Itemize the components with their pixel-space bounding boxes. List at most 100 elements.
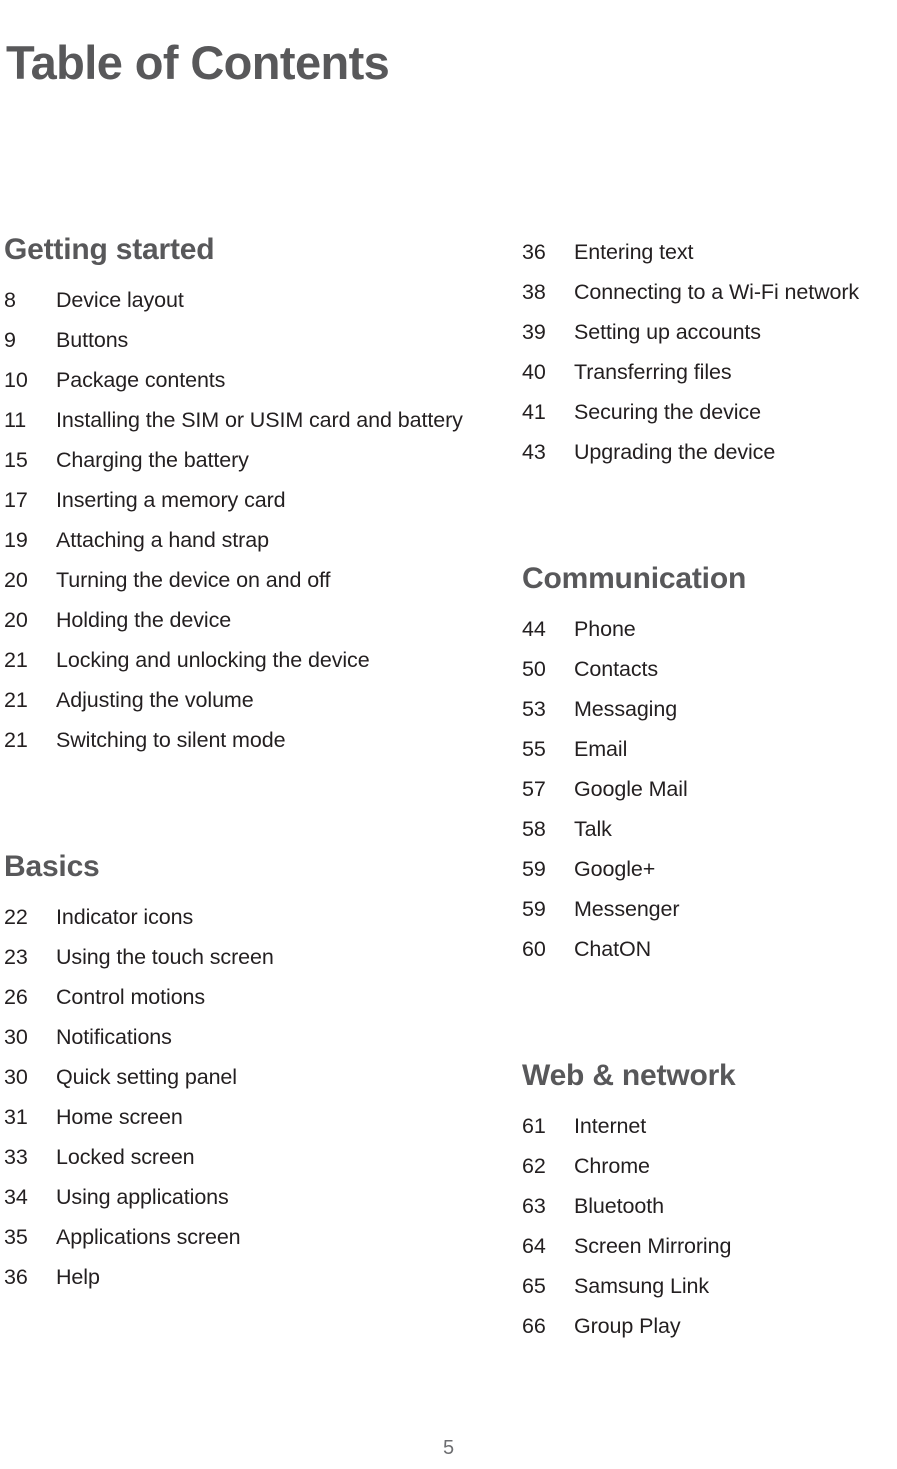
toc-entry-title: Chrome	[574, 1154, 650, 1178]
toc-entry[interactable]: 57 Google Mail	[522, 769, 897, 809]
toc-entry-title: Messenger	[574, 897, 680, 921]
toc-entry[interactable]: 39 Setting up accounts	[522, 312, 897, 352]
toc-entry-page: 15	[4, 448, 28, 472]
toc-entry[interactable]: 30 Notifications	[4, 1017, 474, 1057]
toc-entry-page: 43	[522, 440, 546, 464]
toc-entry[interactable]: 38 Connecting to a Wi-Fi network	[522, 272, 897, 312]
toc-entry[interactable]: 50 Contacts	[522, 649, 897, 689]
toc-entry-page: 44	[522, 617, 546, 641]
toc-entry[interactable]: 17 Inserting a memory card	[4, 480, 474, 520]
toc-entry[interactable]: 59 Messenger	[522, 889, 897, 929]
toc-entry-title: Package contents	[56, 368, 226, 392]
toc-entry-page: 30	[4, 1065, 28, 1089]
toc-entry[interactable]: 36 Entering text	[522, 232, 897, 272]
toc-entry[interactable]: 59 Google+	[522, 849, 897, 889]
toc-entry[interactable]: 21 Locking and unlocking the device	[4, 640, 474, 680]
toc-entry-title: Bluetooth	[574, 1194, 664, 1218]
toc-entry-title: Using the touch screen	[56, 945, 274, 969]
toc-entry-title: Applications screen	[56, 1225, 241, 1249]
toc-entry-page: 66	[522, 1314, 546, 1338]
toc-entry-title: Attaching a hand strap	[56, 528, 269, 552]
toc-page: Table of Contents Getting started 8 Device…	[0, 0, 897, 1469]
toc-entry[interactable]: 63 Bluetooth	[522, 1186, 897, 1226]
toc-entry[interactable]: 35 Applications screen	[4, 1217, 474, 1257]
toc-section: Getting started 8 Device layout 9 Buttons 10 P…	[4, 232, 474, 760]
toc-entry[interactable]: 30 Quick setting panel	[4, 1057, 474, 1097]
toc-entry[interactable]: 34 Using applications	[4, 1177, 474, 1217]
toc-entry-title: Email	[574, 737, 628, 761]
toc-entry-title: Adjusting the volume	[56, 688, 254, 712]
toc-entry-page: 39	[522, 320, 546, 344]
toc-entry-page: 63	[522, 1194, 546, 1218]
toc-entry-page: 26	[4, 985, 28, 1009]
toc-entry[interactable]: 55 Email	[522, 729, 897, 769]
toc-entry[interactable]: 11 Installing the SIM or USIM card and ba…	[4, 400, 474, 440]
toc-entry-title: Using applications	[56, 1185, 229, 1209]
toc-entry[interactable]: 36 Help	[4, 1257, 474, 1297]
toc-entry[interactable]: 9 Buttons	[4, 320, 474, 360]
toc-entry[interactable]: 10 Package contents	[4, 360, 474, 400]
toc-entry-page: 53	[522, 697, 546, 721]
toc-entry[interactable]: 58 Talk	[522, 809, 897, 849]
toc-entry-title: Screen Mirroring	[574, 1234, 732, 1258]
toc-entry-page: 59	[522, 857, 546, 881]
toc-entry-title: Device layout	[56, 288, 184, 312]
toc-entry-title: Setting up accounts	[574, 320, 761, 344]
toc-entry-page: 59	[522, 897, 546, 921]
toc-entry-title: Google+	[574, 857, 656, 881]
toc-entry-title: Switching to silent mode	[56, 728, 286, 752]
toc-entry-title: Internet	[574, 1114, 647, 1138]
toc-entry-page: 62	[522, 1154, 546, 1178]
toc-entry[interactable]: 20 Holding the device	[4, 600, 474, 640]
toc-entry[interactable]: 66 Group Play	[522, 1306, 897, 1346]
toc-entry[interactable]: 20 Turning the device on and off	[4, 560, 474, 600]
toc-entry-title: Buttons	[56, 328, 129, 352]
toc-entry-page: 19	[4, 528, 28, 552]
toc-entry-title: Connecting to a Wi-Fi network	[574, 280, 860, 304]
toc-entry[interactable]: 15 Charging the battery	[4, 440, 474, 480]
toc-entry-page: 65	[522, 1274, 546, 1298]
toc-entry-page: 60	[522, 937, 546, 961]
toc-entry[interactable]: 33 Locked screen	[4, 1137, 474, 1177]
toc-entry-page: 50	[522, 657, 546, 681]
toc-entry[interactable]: 65 Samsung Link	[522, 1266, 897, 1306]
toc-entry[interactable]: 40 Transferring files	[522, 352, 897, 392]
toc-entry[interactable]: 62 Chrome	[522, 1146, 897, 1186]
toc-entry[interactable]: 8 Device layout	[4, 280, 474, 320]
toc-entry-title: Samsung Link	[574, 1274, 710, 1298]
toc-entry[interactable]: 53 Messaging	[522, 689, 897, 729]
toc-entry[interactable]: 23 Using the touch screen	[4, 937, 474, 977]
toc-entry[interactable]: 26 Control motions	[4, 977, 474, 1017]
toc-entry-page: 20	[4, 568, 28, 592]
toc-entry[interactable]: 61 Internet	[522, 1106, 897, 1146]
toc-entry-page: 58	[522, 817, 546, 841]
toc-entry-title: Holding the device	[56, 608, 232, 632]
toc-section: Basics 22 Indicator icons 23 Using the touch…	[4, 849, 474, 1297]
toc-entry[interactable]: 22 Indicator icons	[4, 897, 474, 937]
toc-entry-page: 21	[4, 728, 28, 752]
toc-entry[interactable]: 41 Securing the device	[522, 392, 897, 432]
toc-entry-page: 38	[522, 280, 546, 304]
toc-entry[interactable]: 43 Upgrading the device	[522, 432, 897, 472]
toc-entry-page: 64	[522, 1234, 546, 1258]
toc-entry-page: 55	[522, 737, 546, 761]
toc-entry-title: Charging the battery	[56, 448, 249, 472]
toc-entry-page: 20	[4, 608, 28, 632]
toc-entry[interactable]: 21 Switching to silent mode	[4, 720, 474, 760]
toc-entry[interactable]: 60 ChatON	[522, 929, 897, 969]
toc-entry[interactable]: 31 Home screen	[4, 1097, 474, 1137]
toc-entry-title: Installing the SIM or USIM card and batt…	[56, 408, 463, 432]
toc-entry-page: 9	[4, 328, 16, 352]
toc-entry[interactable]: 21 Adjusting the volume	[4, 680, 474, 720]
toc-entry-title: Phone	[574, 617, 636, 641]
toc-entry[interactable]: 64 Screen Mirroring	[522, 1226, 897, 1266]
toc-entry[interactable]: 19 Attaching a hand strap	[4, 520, 474, 560]
toc-entry-page: 31	[4, 1105, 28, 1129]
toc-entry-title: Contacts	[574, 657, 659, 681]
toc-entry-page: 10	[4, 368, 28, 392]
toc-entry-title: Transferring files	[574, 360, 732, 384]
toc-entry-title: Upgrading the device	[574, 440, 776, 464]
toc-entry[interactable]: 44 Phone	[522, 609, 897, 649]
toc-entry-page: 23	[4, 945, 28, 969]
toc-entry-page: 22	[4, 905, 28, 929]
